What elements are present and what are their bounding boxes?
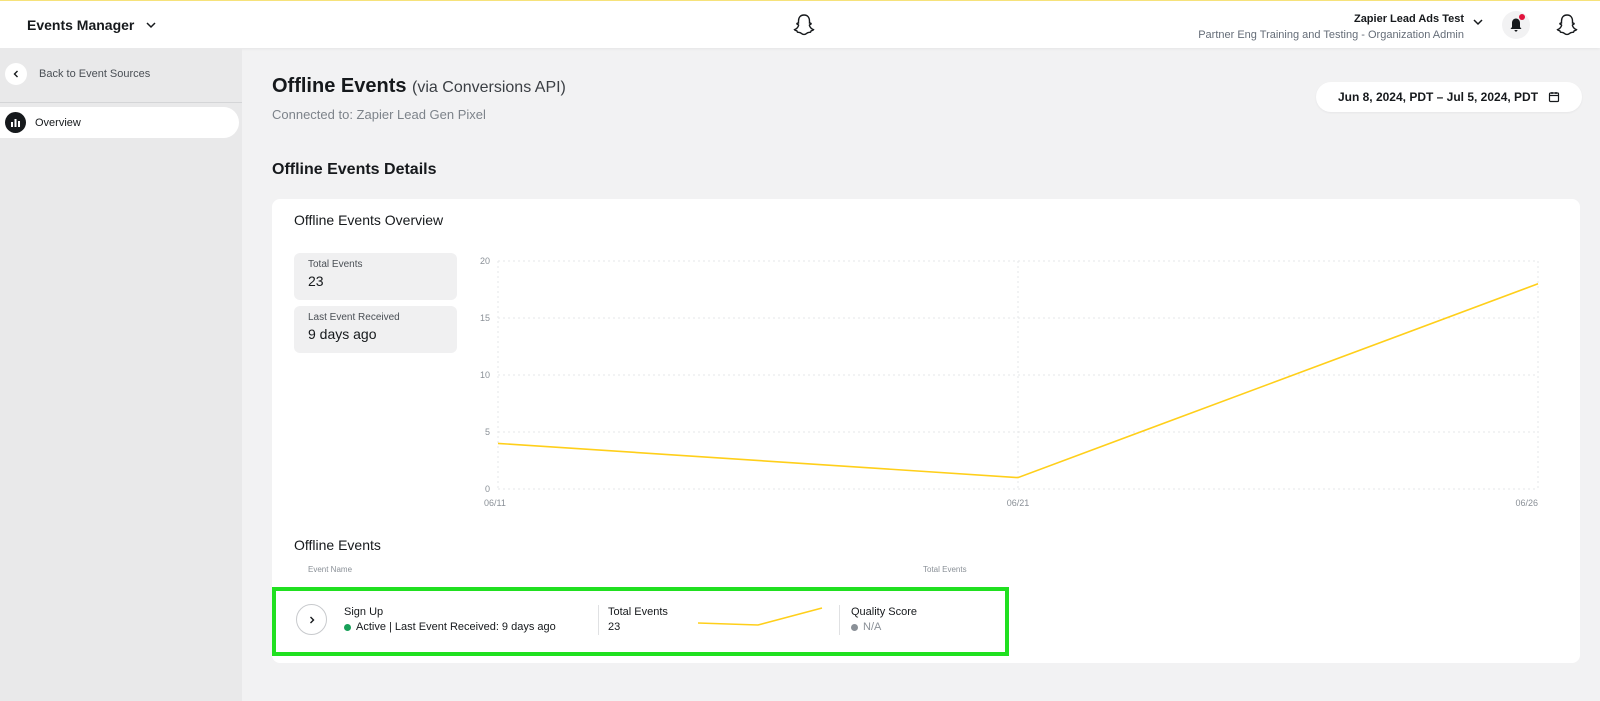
events-line-chart: 0 5 10 15 20 06/11 06/21 06/26 (480, 256, 1539, 508)
active-status-dot (344, 623, 351, 631)
section-title: Offline Events Details (272, 161, 437, 178)
snapchat-ghost-icon (793, 14, 815, 36)
back-button[interactable] (5, 63, 27, 85)
page-title: Offline Events (via Conversions API) (272, 75, 566, 98)
quality-score-value: N/A (851, 621, 881, 633)
page-title-suffix: (via Conversions API) (412, 79, 566, 96)
x-tick-label: 06/26 (1515, 498, 1538, 508)
overview-title: Offline Events Overview (294, 212, 444, 228)
y-tick-label: 0 (485, 484, 490, 494)
event-status: Active | Last Event Received: 9 days ago (344, 621, 556, 633)
bar-chart-icon (5, 112, 26, 133)
divider (598, 605, 599, 635)
event-sparkline (697, 607, 823, 626)
event-name: Sign Up (344, 606, 384, 618)
back-to-event-sources-link[interactable]: Back to Event Sources (5, 63, 150, 85)
event-status-text: Active | Last Event Received: 9 days ago (356, 621, 556, 633)
y-tick-label: 10 (480, 370, 490, 380)
chevron-right-icon (309, 616, 314, 623)
divider (839, 605, 840, 635)
y-tick-label: 15 (480, 313, 490, 323)
quality-score-text: N/A (863, 621, 882, 633)
stat-value: 23 (308, 273, 324, 289)
quality-score-label: Quality Score (851, 606, 918, 618)
connected-source: Connected to: Zapier Lead Gen Pixel (272, 107, 486, 122)
quality-status-dot (851, 623, 858, 631)
chevron-down-icon[interactable] (1471, 15, 1485, 29)
sidebar-item-overview[interactable]: Overview (0, 107, 239, 138)
stat-label: Last Event Received (308, 312, 400, 323)
event-row-sign-up[interactable]: Sign Up Active | Last Event Received: 9 … (272, 587, 1009, 656)
app-switcher[interactable]: Events Manager (27, 17, 158, 33)
notification-dot (1519, 14, 1525, 20)
profile-button[interactable] (1553, 11, 1581, 39)
date-range-picker[interactable]: Jun 8, 2024, PDT – Jul 5, 2024, PDT (1316, 82, 1582, 112)
sidebar: Back to Event Sources Overview (0, 48, 242, 701)
account-name: Zapier Lead Ads Test (1353, 13, 1464, 25)
x-tick-label: 06/21 (1007, 498, 1030, 508)
date-range-label: Jun 8, 2024, PDT – Jul 5, 2024, PDT (1337, 90, 1539, 104)
sidebar-divider (0, 102, 242, 103)
stat-value: 9 days ago (308, 326, 377, 342)
account-switcher[interactable]: Zapier Lead Ads Test Partner Eng Trainin… (1198, 11, 1464, 43)
calendar-icon (1548, 92, 1560, 103)
chevron-down-icon (146, 22, 156, 29)
account-role: Partner Eng Training and Testing - Organ… (1198, 29, 1464, 41)
column-header-total-events: Total Events (923, 565, 967, 574)
x-tick-label: 06/11 (484, 498, 506, 508)
expand-row-button[interactable] (296, 604, 327, 635)
top-bar: Events Manager Zapier Lead Ads Test Part… (0, 0, 1600, 48)
y-tick-label: 5 (485, 427, 490, 437)
notifications-button[interactable] (1502, 11, 1530, 39)
event-total-label: Total Events (608, 606, 668, 618)
app-title: Events Manager (27, 17, 135, 33)
snapchat-ghost-icon (1556, 14, 1578, 36)
back-label: Back to Event Sources (39, 68, 151, 80)
events-table-title: Offline Events (294, 537, 381, 553)
sidebar-item-label: Overview (35, 116, 81, 129)
stat-total-events: Total Events 23 (294, 253, 457, 300)
chevron-left-icon (13, 70, 18, 78)
y-tick-label: 20 (480, 256, 490, 266)
column-header-event-name: Event Name (308, 565, 353, 574)
stat-label: Total Events (308, 259, 363, 270)
stat-last-event-received: Last Event Received 9 days ago (294, 306, 457, 353)
page-title-main: Offline Events (272, 75, 407, 97)
event-total-value: 23 (608, 621, 621, 633)
